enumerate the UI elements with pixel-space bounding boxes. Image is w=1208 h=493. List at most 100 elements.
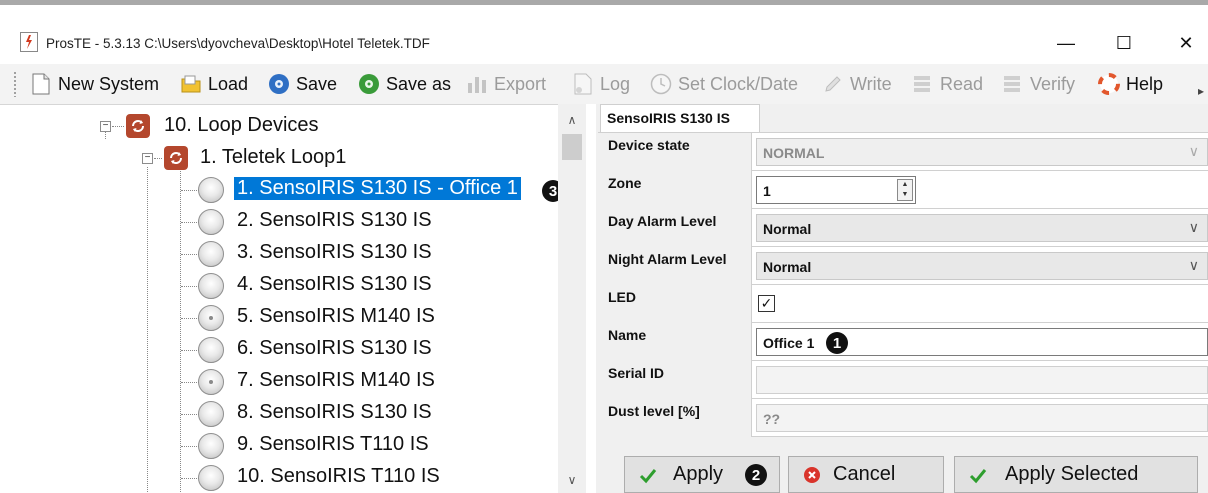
property-row-dust-level: Dust level [%] ?? bbox=[598, 399, 1208, 437]
tree-guide-line bbox=[112, 126, 124, 127]
new-document-icon bbox=[30, 73, 52, 95]
tree-guide-line bbox=[181, 414, 199, 415]
night-alarm-level-dropdown[interactable]: Normal ∨ bbox=[756, 252, 1208, 280]
minimize-button[interactable]: — bbox=[1046, 28, 1086, 58]
night-alarm-level-value: Normal bbox=[763, 259, 812, 275]
read-button[interactable]: Read bbox=[912, 70, 983, 98]
tree-node-loop-devices[interactable]: 10. Loop Devices bbox=[164, 114, 319, 137]
tree-guide-line bbox=[181, 350, 199, 351]
spin-down-icon[interactable]: ▼ bbox=[898, 190, 912, 200]
cancel-button[interactable]: Cancel bbox=[788, 456, 944, 493]
new-system-label: New System bbox=[58, 73, 160, 94]
property-row-night-alarm-level: Night Alarm Level Normal ∨ bbox=[598, 247, 1208, 285]
export-button[interactable]: Export bbox=[466, 70, 546, 98]
led-checkbox[interactable]: ✓ bbox=[758, 295, 775, 312]
property-row-serial-id: Serial ID bbox=[598, 361, 1208, 399]
dust-level-field: ?? bbox=[756, 404, 1208, 432]
tree-guide-line bbox=[181, 478, 199, 479]
device-state-value: NORMAL bbox=[763, 145, 825, 161]
log-button[interactable]: Log bbox=[572, 70, 630, 98]
help-label: Help bbox=[1126, 73, 1164, 94]
load-button[interactable]: Load bbox=[180, 70, 248, 98]
tree-node-device-5[interactable]: 5. SensoIRIS M140 IS bbox=[237, 305, 435, 328]
device-state-dropdown[interactable]: NORMAL ∨ bbox=[756, 138, 1208, 166]
smoke-detector-icon bbox=[198, 401, 224, 427]
tree-node-device-6[interactable]: 6. SensoIRIS S130 IS bbox=[237, 337, 432, 360]
chevron-down-icon: ∨ bbox=[1188, 143, 1199, 159]
toolbar-grip[interactable] bbox=[13, 71, 17, 97]
annotation-badge-2: 2 bbox=[745, 464, 767, 486]
log-document-icon bbox=[572, 73, 594, 95]
smoke-detector-icon bbox=[198, 209, 224, 235]
heat-detector-icon bbox=[198, 465, 224, 491]
tree-guide-line bbox=[154, 158, 162, 159]
save-button[interactable]: Save bbox=[268, 70, 337, 98]
toolbar-overflow-icon[interactable]: ▸ bbox=[1198, 84, 1204, 98]
app-logo-icon bbox=[20, 32, 38, 52]
heat-detector-icon bbox=[198, 433, 224, 459]
set-clock-date-button[interactable]: Set Clock/Date bbox=[650, 70, 798, 98]
scroll-down-arrow-icon[interactable]: ∨ bbox=[558, 470, 586, 490]
multi-detector-icon bbox=[198, 369, 224, 395]
serial-id-field bbox=[756, 366, 1208, 394]
smoke-detector-icon bbox=[198, 337, 224, 363]
tree-guide-line bbox=[181, 190, 199, 191]
tree-node-teletek-loop1[interactable]: 1. Teletek Loop1 bbox=[200, 146, 346, 169]
save-as-button[interactable]: Save as bbox=[358, 70, 451, 98]
verify-label: Verify bbox=[1030, 73, 1076, 94]
close-button[interactable]: ✕ bbox=[1166, 28, 1206, 58]
title-bar: ProsTE - 5.3.13 C:\Users\dyovcheva\Deskt… bbox=[0, 24, 1208, 64]
tab-device-properties[interactable]: SensoIRIS S130 IS bbox=[600, 104, 760, 132]
property-row-name: Name Office 1 1 bbox=[598, 323, 1208, 361]
verify-button[interactable]: Verify bbox=[1002, 70, 1075, 98]
tree-node-device-1[interactable]: 1. SensoIRIS S130 IS - Office 1 bbox=[234, 177, 521, 200]
help-button[interactable]: Help bbox=[1098, 70, 1163, 98]
log-label: Log bbox=[600, 73, 631, 94]
export-bars-icon bbox=[466, 73, 488, 95]
smoke-detector-icon bbox=[198, 177, 224, 203]
tree-node-device-3[interactable]: 3. SensoIRIS S130 IS bbox=[237, 241, 432, 264]
property-label: Zone bbox=[598, 171, 752, 209]
tree-guide-line bbox=[181, 222, 199, 223]
tree-guide-line bbox=[181, 254, 199, 255]
property-label: Serial ID bbox=[598, 361, 752, 399]
tree-scrollbar[interactable]: ∧ ∨ bbox=[558, 104, 586, 493]
tree-node-device-2[interactable]: 2. SensoIRIS S130 IS bbox=[237, 209, 432, 232]
smoke-detector-icon bbox=[198, 241, 224, 267]
checkmark-icon bbox=[969, 466, 987, 484]
toolbar: New System Load Save Save as Export Log bbox=[0, 64, 1208, 104]
load-label: Load bbox=[208, 73, 249, 94]
write-button[interactable]: Write bbox=[822, 70, 892, 98]
spin-up-icon[interactable]: ▲ bbox=[898, 180, 912, 190]
tree-node-device-8[interactable]: 8. SensoIRIS S130 IS bbox=[237, 401, 432, 424]
apply-selected-button[interactable]: Apply Selected bbox=[954, 456, 1198, 493]
pen-icon bbox=[822, 73, 844, 95]
tree-node-device-9[interactable]: 9. SensoIRIS T110 IS bbox=[237, 433, 429, 456]
property-label: Day Alarm Level bbox=[598, 209, 752, 247]
teletek-loop-icon bbox=[164, 146, 188, 170]
write-label: Write bbox=[850, 73, 892, 94]
tree-node-device-10[interactable]: 10. SensoIRIS T110 IS bbox=[237, 465, 440, 488]
new-system-button[interactable]: New System bbox=[30, 70, 159, 98]
scroll-thumb[interactable] bbox=[562, 134, 582, 160]
property-label: Dust level [%] bbox=[598, 399, 752, 437]
scroll-up-arrow-icon[interactable]: ∧ bbox=[558, 110, 586, 130]
tree-node-device-7[interactable]: 7. SensoIRIS M140 IS bbox=[237, 369, 435, 392]
name-input[interactable]: Office 1 bbox=[756, 328, 1208, 356]
tree-guide-line bbox=[181, 286, 199, 287]
maximize-button[interactable]: ☐ bbox=[1104, 28, 1144, 58]
apply-button[interactable]: Apply 2 bbox=[624, 456, 780, 493]
spin-buttons[interactable]: ▲ ▼ bbox=[897, 179, 913, 201]
day-alarm-level-value: Normal bbox=[763, 221, 812, 237]
property-label: Name bbox=[598, 323, 752, 361]
cancel-x-icon bbox=[803, 466, 821, 484]
tree-expander-loop[interactable]: − bbox=[142, 153, 153, 164]
day-alarm-level-dropdown[interactable]: Normal ∨ bbox=[756, 214, 1208, 242]
property-row-led: LED ✓ bbox=[598, 285, 1208, 323]
save-disc-icon bbox=[268, 73, 290, 95]
tree-guide-line bbox=[181, 318, 199, 319]
zone-stepper[interactable]: 1 ▲ ▼ bbox=[756, 176, 916, 204]
tree-expander-root[interactable]: − bbox=[100, 121, 111, 132]
chevron-down-icon: ∨ bbox=[1188, 257, 1199, 273]
tree-node-device-4[interactable]: 4. SensoIRIS S130 IS bbox=[237, 273, 432, 296]
